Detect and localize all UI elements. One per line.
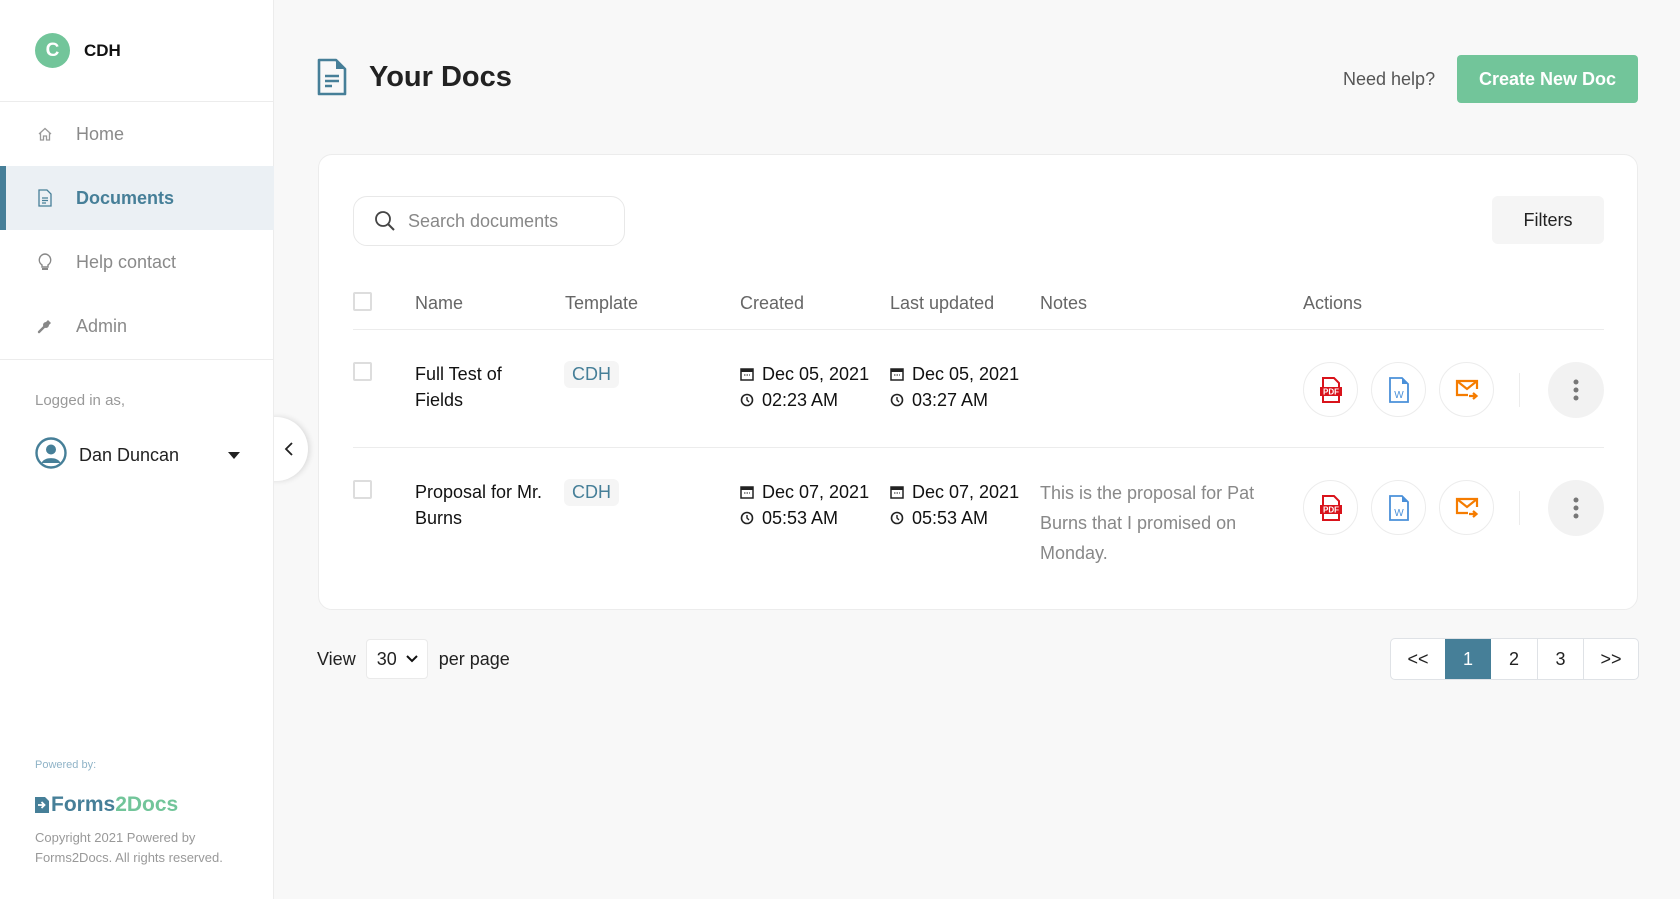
page-header: Your Docs [317, 58, 512, 96]
email-forward-icon [1455, 379, 1478, 400]
caret-down-icon [228, 452, 240, 459]
kebab-menu-icon [1573, 497, 1579, 519]
document-icon [317, 58, 347, 96]
clock-icon [890, 393, 904, 407]
svg-text:W: W [1394, 508, 1404, 519]
document-notes: This is the proposal for Pat Burns that … [1040, 483, 1255, 563]
chevron-down-icon [406, 655, 418, 663]
email-button[interactable] [1439, 362, 1494, 417]
per-page-label: per page [438, 648, 510, 669]
lightbulb-icon [36, 253, 54, 271]
sidebar-item-label: Admin [76, 315, 128, 336]
sidebar-item-label: Home [76, 123, 125, 144]
created-datetime: Dec 07, 2021 05:53 AM [740, 479, 869, 531]
last-page-button[interactable]: >> [1583, 639, 1638, 679]
column-header-notes: Notes [1040, 293, 1088, 313]
pdf-icon: PDF [1319, 376, 1342, 403]
row-checkbox[interactable] [353, 362, 372, 381]
pdf-icon: PDF [1319, 494, 1342, 521]
document-name[interactable]: Full Test of Fields [415, 361, 535, 413]
calendar-icon [890, 368, 904, 381]
first-page-button[interactable]: << [1391, 639, 1445, 679]
kebab-menu-icon [1573, 379, 1579, 401]
page-1-button[interactable]: 1 [1445, 639, 1491, 679]
word-icon: W [1388, 376, 1409, 403]
download-word-button[interactable]: W [1371, 480, 1426, 535]
page-title: Your Docs [369, 60, 512, 93]
org-avatar: C [35, 33, 70, 68]
create-new-doc-button[interactable]: Create New Doc [1457, 55, 1638, 103]
filters-button[interactable]: Filters [1492, 196, 1604, 244]
created-datetime: Dec 05, 2021 02:23 AM [740, 361, 869, 413]
page-2-button[interactable]: 2 [1491, 639, 1537, 679]
search-box[interactable] [353, 196, 625, 246]
download-word-button[interactable]: W [1371, 362, 1426, 417]
pagination: << 1 2 3 >> [1390, 638, 1639, 680]
logo-arrow-icon [35, 797, 49, 813]
template-badge: CDH [564, 361, 619, 388]
divider [1519, 373, 1520, 407]
divider [1519, 491, 1520, 525]
clock-icon [890, 511, 904, 525]
column-header-actions: Actions [1303, 293, 1363, 313]
word-icon: W [1388, 494, 1409, 521]
template-badge: CDH [564, 479, 619, 506]
sidebar-item-documents[interactable]: Documents [0, 166, 274, 230]
sidebar-item-label: Help contact [76, 251, 177, 272]
user-avatar-icon [35, 437, 67, 474]
svg-text:PDF: PDF [1323, 505, 1339, 514]
search-input[interactable] [408, 210, 608, 232]
sidebar-item-label: Documents [76, 187, 175, 208]
email-forward-icon [1455, 497, 1478, 518]
updated-datetime: Dec 07, 2021 05:53 AM [890, 479, 1019, 531]
column-header-template[interactable]: Template [565, 293, 638, 314]
need-help-link[interactable]: Need help? [1343, 69, 1435, 90]
sidebar: C CDH Home Documents Help contact Admin … [0, 0, 274, 899]
chevron-left-icon [284, 442, 293, 456]
sidebar-item-admin[interactable]: Admin [0, 294, 274, 358]
more-options-button[interactable] [1548, 362, 1604, 418]
svg-text:PDF: PDF [1323, 387, 1339, 396]
divider [353, 329, 1604, 330]
search-icon [375, 211, 395, 231]
row-checkbox[interactable] [353, 480, 372, 499]
org-brand[interactable]: C CDH [35, 33, 121, 68]
forms2docs-logo: Forms 2Docs [35, 793, 178, 817]
download-pdf-button[interactable]: PDF [1303, 362, 1358, 417]
download-pdf-button[interactable]: PDF [1303, 480, 1358, 535]
sidebar-nav: Home Documents Help contact Admin [0, 102, 274, 358]
calendar-icon [740, 486, 754, 499]
calendar-icon [890, 486, 904, 499]
calendar-icon [740, 368, 754, 381]
org-name: CDH [84, 40, 121, 60]
user-name: Dan Duncan [79, 445, 180, 465]
select-all-checkbox[interactable] [353, 292, 372, 311]
view-label: View [317, 648, 356, 669]
user-menu[interactable]: Dan Duncan [35, 437, 240, 474]
more-options-button[interactable] [1548, 480, 1604, 536]
documents-card: Filters Name Template Created Last updat… [318, 154, 1638, 610]
document-icon [36, 189, 54, 207]
divider [353, 447, 1604, 448]
sidebar-item-help-contact[interactable]: Help contact [0, 230, 274, 294]
updated-datetime: Dec 05, 2021 03:27 AM [890, 361, 1019, 413]
page-3-button[interactable]: 3 [1537, 639, 1583, 679]
copyright-text: Copyright 2021 Powered by Forms2Docs. Al… [35, 830, 223, 865]
home-icon [36, 125, 54, 143]
per-page-control: View 30 per page [317, 639, 510, 679]
logged-in-label: Logged in as, [35, 392, 126, 409]
document-name[interactable]: Proposal for Mr. Burns [415, 479, 555, 531]
clock-icon [740, 393, 754, 407]
divider [0, 359, 274, 360]
powered-by-label: Powered by: [35, 759, 97, 771]
clock-icon [740, 511, 754, 525]
column-header-created[interactable]: Created [740, 293, 804, 314]
per-page-select[interactable]: 30 [365, 639, 428, 679]
column-header-name[interactable]: Name [415, 293, 463, 314]
column-header-last-updated[interactable]: Last updated [890, 293, 994, 314]
wrench-icon [36, 317, 54, 335]
svg-text:W: W [1394, 390, 1404, 401]
email-button[interactable] [1439, 480, 1494, 535]
sidebar-item-home[interactable]: Home [0, 102, 274, 166]
